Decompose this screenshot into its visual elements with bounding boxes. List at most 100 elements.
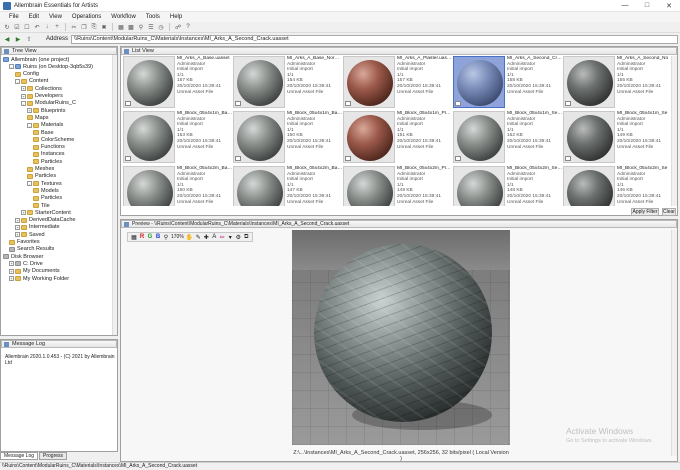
tree-item[interactable]: Models (33, 187, 59, 194)
close-icon[interactable]: ✕ (658, 0, 680, 12)
tree-item[interactable]: Config (15, 71, 39, 78)
thumbnails-icon[interactable]: ▩ (127, 23, 135, 31)
expand-icon[interactable]: + (21, 93, 26, 99)
asset-item[interactable]: MI_Block_05x4x1m_Sec...AdministratorInit… (563, 111, 668, 163)
asset-thumbnail[interactable] (453, 166, 505, 206)
tree-item[interactable]: Search Results (9, 246, 54, 253)
undo-checkout-icon[interactable]: ↶ (33, 23, 41, 31)
tree-item[interactable]: + Intermediate (15, 224, 60, 231)
tree-item[interactable]: + Developers (21, 93, 63, 100)
tree-item[interactable]: ColorScheme (33, 136, 74, 143)
copy-icon[interactable]: ❐ (80, 23, 88, 31)
properties-icon[interactable]: ☰ (147, 23, 155, 31)
refresh-icon[interactable]: ↻ (3, 23, 11, 31)
tree-item[interactable]: + Blueprints (27, 107, 65, 114)
list-scrollbar[interactable] (671, 56, 677, 206)
asset-item[interactable]: MI_Block_05x4x2m_Bas... Administrator Init… (233, 166, 343, 206)
crosshair-icon[interactable]: ✚ (203, 234, 209, 241)
tree-item[interactable]: Particles (33, 195, 62, 202)
menu-view[interactable]: View (44, 14, 67, 20)
asset-thumbnail[interactable] (123, 56, 175, 108)
channels-icon[interactable]: ▦ (131, 234, 137, 241)
tree-item[interactable]: Disk Browser (3, 253, 43, 260)
zoom-level[interactable]: 170% (171, 234, 184, 240)
tree-item[interactable]: - ModularRuins_C (21, 100, 76, 107)
tree-item[interactable]: + C: Drive (9, 260, 43, 267)
asset-thumbnail[interactable] (233, 111, 285, 163)
checkin-icon[interactable]: ☐ (23, 23, 31, 31)
tree-item[interactable]: + Saved (15, 231, 45, 238)
blue-channel-toggle[interactable]: B (155, 234, 161, 240)
tree-item[interactable]: Tile (33, 202, 50, 209)
preview-scrollbar[interactable] (671, 230, 677, 456)
collapse-icon[interactable]: - (9, 64, 14, 70)
asset-thumbnail[interactable] (563, 166, 615, 206)
expand-icon[interactable]: + (9, 268, 14, 274)
asset-item[interactable]: MI_Arks_A_Base_Normal... Administrator Ini… (233, 56, 343, 108)
asset-item[interactable]: MI_Block_05x4x1m_Sec...AdministratorInit… (453, 111, 563, 163)
tab-message-log[interactable]: Message Log (0, 452, 39, 460)
asset-item[interactable]: MI_Arks_A_Plaster.uasset Administrator Ini… (343, 56, 453, 108)
tree-item[interactable]: Favorites (9, 239, 40, 246)
tree-item[interactable]: + My Documents (9, 268, 60, 275)
export-icon[interactable]: ⧉ (243, 234, 249, 241)
collapse-icon[interactable]: - (27, 181, 32, 187)
menu-edit[interactable]: Edit (24, 14, 44, 20)
asset-thumbnail[interactable] (343, 56, 395, 108)
delete-icon[interactable]: ✖ (100, 23, 108, 31)
asset-item[interactable]: MI_Block_05x4x2m_Sec...AdministratorInit… (563, 166, 668, 206)
asset-item[interactable]: MI_Arks_A_Second_Crac... Administrator Ini… (453, 56, 563, 108)
tree-item[interactable]: Instances (33, 151, 65, 158)
settings-icon[interactable]: ⚙ (235, 234, 241, 241)
asset-item[interactable]: MI_Block_05x4x2m_Bas... Administrator Init… (123, 166, 233, 206)
asset-thumbnail[interactable] (123, 111, 175, 163)
address-input[interactable]: \\Ruins\Content\ModularRuins_C\Materials… (71, 34, 678, 44)
menu-file[interactable]: File (4, 14, 24, 20)
collapse-icon[interactable]: - (27, 122, 32, 128)
expand-icon[interactable]: + (9, 261, 14, 267)
asset-thumbnail[interactable] (563, 56, 615, 108)
draw-icon[interactable]: ✏ (219, 234, 225, 241)
tree-item[interactable]: + DerivedDataCache (15, 217, 75, 224)
zoom-icon[interactable]: ⚲ (163, 234, 169, 241)
expand-icon[interactable]: + (27, 108, 32, 114)
history-icon[interactable]: ◷ (157, 23, 165, 31)
asset-item[interactable]: MI_Block_05x4x2m_Plas... Administrator Ini… (343, 166, 453, 206)
asset-thumbnail[interactable] (233, 166, 285, 206)
collapse-icon[interactable]: - (15, 78, 20, 84)
asset-thumbnail[interactable] (343, 111, 395, 163)
tree-item[interactable]: - Materials (27, 122, 63, 129)
expand-icon[interactable]: + (15, 232, 20, 238)
asset-item[interactable]: MI_Block_05x4x1m_Plas... Administrator Ini… (343, 111, 453, 163)
pick-icon[interactable]: ✎ (195, 234, 201, 241)
tab-progress[interactable]: Progress (39, 452, 68, 460)
help-icon[interactable]: ? (184, 23, 192, 31)
asset-thumbnail[interactable] (453, 56, 505, 108)
pan-hand-icon[interactable]: ✋ (186, 234, 193, 241)
tree-item[interactable]: - Content (15, 78, 48, 85)
green-channel-toggle[interactable]: G (147, 234, 153, 240)
asset-thumbnail[interactable] (343, 166, 395, 206)
tree-item[interactable]: + StarterContent (21, 209, 71, 216)
tree-item[interactable]: - Textures (27, 180, 62, 187)
tree-item[interactable]: Functions (33, 144, 65, 151)
collapse-icon[interactable]: - (21, 100, 26, 106)
asset-item[interactable]: MI_Block_05x4x1m_Bas... Administrator Init… (233, 111, 343, 163)
asset-item[interactable]: MI_Block_05x4x2m_Sec...AdministratorInit… (453, 166, 563, 206)
asset-item[interactable]: MI_Arks_A_Base.uasset Administrator Initia… (123, 56, 233, 108)
add-file-icon[interactable]: + (53, 23, 61, 31)
menu-tools[interactable]: Tools (141, 14, 165, 20)
tree-item[interactable]: Maps (27, 114, 48, 121)
asset-thumbnail[interactable] (453, 111, 505, 163)
minimize-icon[interactable]: — (614, 0, 636, 12)
maximize-icon[interactable]: □ (636, 0, 658, 12)
paste-icon[interactable]: ⎘ (90, 23, 98, 31)
view-mode-icon[interactable]: ▦ (117, 23, 125, 31)
clear-button[interactable]: Clear (662, 208, 676, 216)
expand-icon[interactable]: + (15, 217, 20, 223)
expand-icon[interactable]: + (15, 224, 20, 230)
material-preview-viewport[interactable] (292, 230, 510, 445)
up-folder-icon[interactable]: ⇧ (25, 35, 33, 43)
tree-scrollbar[interactable] (112, 55, 117, 335)
expand-icon[interactable]: + (21, 210, 26, 216)
